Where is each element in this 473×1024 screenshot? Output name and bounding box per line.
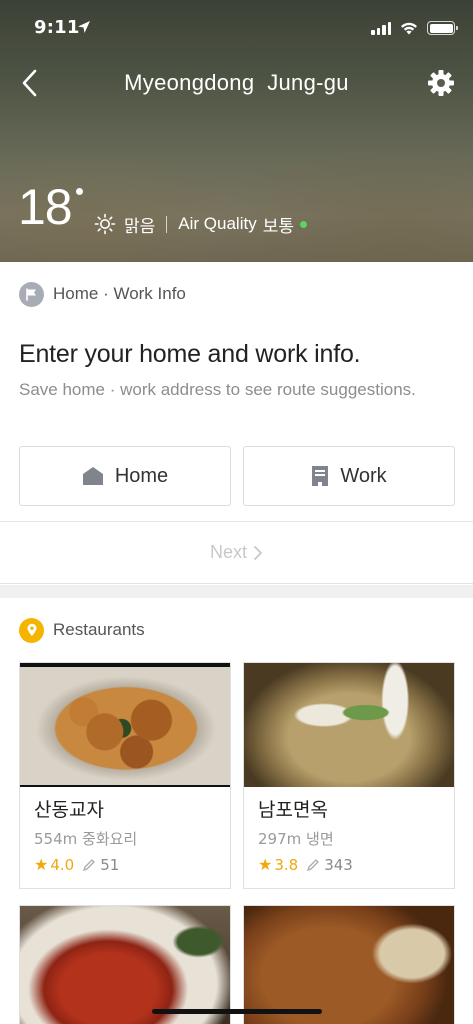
- battery-icon: [427, 21, 458, 35]
- gear-icon[interactable]: [427, 69, 455, 97]
- next-button[interactable]: Next: [0, 521, 473, 584]
- location-title: Myeongdong Jung-gu: [124, 70, 349, 95]
- degree-symbol: [76, 188, 83, 195]
- home-work-heading: Enter your home and work info.: [19, 340, 361, 368]
- house-icon: [82, 467, 103, 485]
- weather-summary: 맑음 Air Quality 보통: [94, 211, 307, 237]
- weather-condition: 맑음: [124, 216, 156, 236]
- home-work-section-title: Home · Work Info: [53, 284, 186, 303]
- pencil-icon: [307, 858, 320, 871]
- restaurant-category: 중화요리: [82, 830, 138, 848]
- restaurant-review-count: 51: [100, 855, 120, 874]
- restaurant-photo: [244, 906, 454, 1024]
- restaurants-section-header: Restaurants: [19, 617, 145, 643]
- restaurant-rating: ★ 4.0 51: [34, 855, 216, 874]
- status-time: 9:11: [34, 17, 80, 38]
- air-quality-value: 보통: [262, 216, 294, 236]
- cellular-signal-icon: [371, 21, 391, 35]
- restaurant-distance: 554m: [34, 830, 78, 848]
- next-button-label: Next: [209, 542, 247, 562]
- restaurant-name: 남포면옥: [258, 799, 328, 821]
- air-quality-label: Air Quality: [178, 214, 257, 233]
- home-button-label: Home: [114, 464, 169, 487]
- air-quality-status-dot: [299, 220, 307, 228]
- flag-icon: [19, 281, 44, 307]
- restaurants-section-title: Restaurants: [53, 620, 145, 639]
- home-button[interactable]: Home: [19, 446, 231, 506]
- status-bar: 9:11: [0, 0, 473, 56]
- restaurant-card[interactable]: [19, 905, 231, 1024]
- restaurant-rating: ★ 3.8 343: [258, 855, 440, 874]
- work-button[interactable]: Work: [243, 446, 455, 506]
- building-icon: [312, 466, 329, 486]
- star-icon: ★: [258, 855, 273, 874]
- restaurant-meta: 297m 냉면: [258, 828, 440, 849]
- chevron-right-icon: [254, 545, 262, 560]
- restaurant-distance: 297m: [258, 830, 302, 848]
- restaurant-card[interactable]: 산동교자 554m 중화요리 ★ 4.0 51: [19, 662, 231, 889]
- weather-divider: [166, 215, 168, 233]
- home-indicator[interactable]: [152, 1009, 322, 1014]
- restaurant-photo: [244, 663, 454, 787]
- sun-icon: [94, 213, 116, 235]
- restaurant-card[interactable]: [243, 905, 455, 1024]
- restaurant-name: 산동교자: [34, 799, 104, 821]
- pencil-icon: [83, 858, 96, 871]
- location-arrow-icon: [78, 21, 90, 33]
- restaurant-photo: [20, 663, 230, 787]
- temperature-value: 18: [18, 179, 73, 235]
- restaurant-photo: [20, 906, 230, 1024]
- home-work-section-header: Home · Work Info: [19, 281, 186, 307]
- home-work-subtext: Save home · work address to see route su…: [19, 380, 416, 399]
- restaurant-review-count: 343: [324, 855, 353, 874]
- work-button-label: Work: [340, 464, 387, 487]
- wifi-icon: [401, 22, 417, 34]
- status-icons: [371, 20, 458, 36]
- restaurant-score: 3.8: [274, 855, 299, 874]
- restaurant-category: 냉면: [306, 830, 334, 848]
- restaurant-meta: 554m 중화요리: [34, 828, 216, 849]
- section-separator: [0, 585, 473, 598]
- restaurant-card[interactable]: 남포면옥 297m 냉면 ★ 3.8 343: [243, 662, 455, 889]
- star-icon: ★: [34, 855, 49, 874]
- restaurant-score: 4.0: [50, 855, 75, 874]
- map-pin-icon: [19, 617, 44, 643]
- weather-header: 9:11 Myeongdong Jung-gu 18 맑음 Air Qualit…: [0, 0, 473, 262]
